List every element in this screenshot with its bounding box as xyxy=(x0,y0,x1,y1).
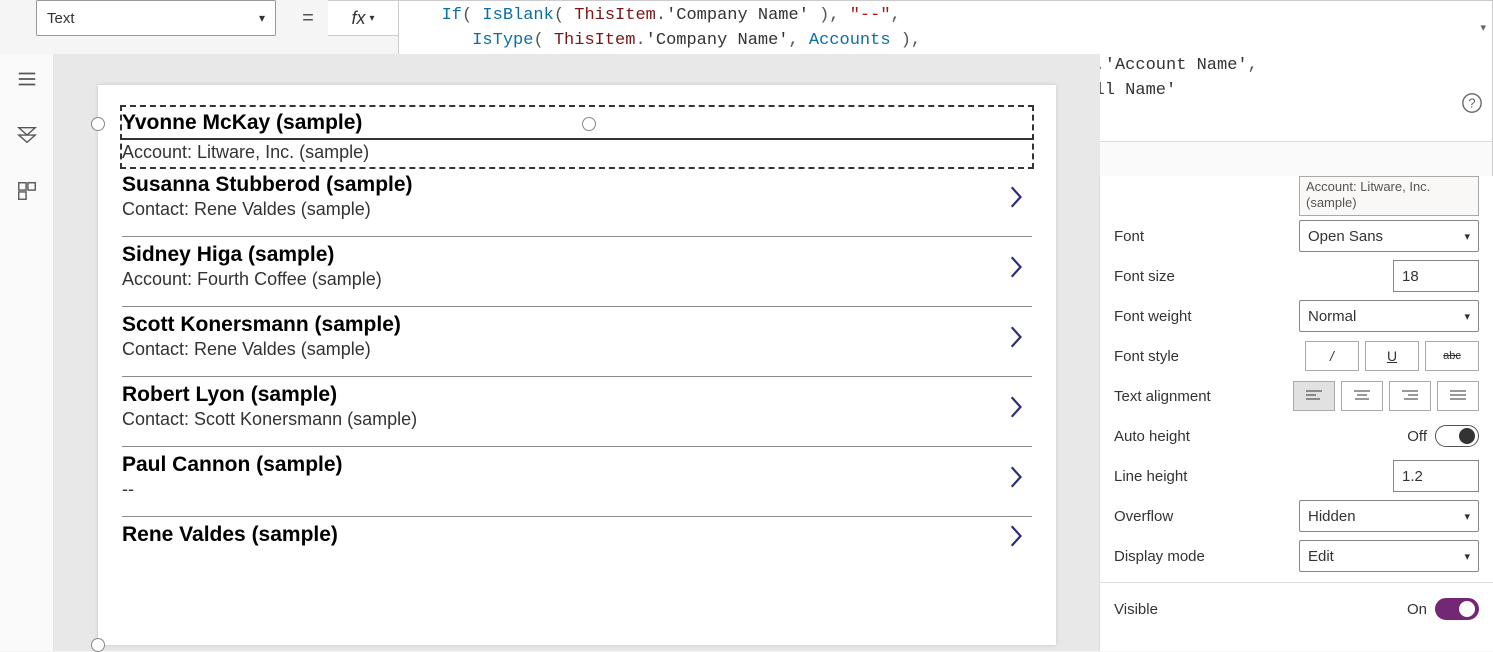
visible-toggle[interactable] xyxy=(1435,598,1479,620)
item-title: Robert Lyon (sample) xyxy=(122,383,1032,407)
chevron-right-icon[interactable] xyxy=(1008,252,1026,282)
chevron-right-icon[interactable] xyxy=(1008,521,1026,551)
prop-label: Auto height xyxy=(1114,428,1190,445)
chevron-down-icon: ▾ xyxy=(1464,550,1470,563)
prop-row-visible: Visible On xyxy=(1114,589,1479,629)
underline-button[interactable]: U xyxy=(1365,341,1419,371)
gallery-item[interactable]: Robert Lyon (sample)Contact: Scott Koner… xyxy=(98,377,1056,440)
chevron-right-icon[interactable] xyxy=(1008,462,1026,492)
text-preview-field[interactable]: Account: Litware, Inc. (sample) xyxy=(1299,176,1479,216)
prop-row-font: Font Open Sans ▾ xyxy=(1114,216,1479,256)
font-dropdown[interactable]: Open Sans ▾ xyxy=(1299,220,1479,252)
tree-icon[interactable] xyxy=(16,124,38,146)
prop-row-fontweight: Font weight Normal ▾ xyxy=(1114,296,1479,336)
help-icon[interactable]: ? xyxy=(1461,92,1483,114)
item-title: Scott Konersmann (sample) xyxy=(122,313,1032,337)
item-title: Susanna Stubberod (sample) xyxy=(122,173,1032,197)
gallery-item[interactable]: Paul Cannon (sample)-- xyxy=(98,447,1056,510)
prop-label: Font style xyxy=(1114,348,1179,365)
overflow-dropdown[interactable]: Hidden ▾ xyxy=(1299,500,1479,532)
components-icon[interactable] xyxy=(16,180,38,202)
resize-handle[interactable] xyxy=(91,117,105,131)
prop-label: Line height xyxy=(1114,468,1187,485)
contact-gallery[interactable]: Yvonne McKay (sample)Account: Litware, I… xyxy=(98,85,1056,559)
prop-row-align: Text alignment xyxy=(1114,376,1479,416)
lineheight-input[interactable]: 1.2 xyxy=(1393,460,1479,492)
item-subtitle: -- xyxy=(122,479,1032,500)
item-subtitle: Account: Litware, Inc. (sample) xyxy=(122,142,1032,163)
prop-label: Overflow xyxy=(1114,508,1173,525)
item-title: Sidney Higa (sample) xyxy=(122,243,1032,267)
property-dropdown[interactable]: Text ▾ xyxy=(36,0,276,36)
prop-row-fontstyle: Font style / U abc xyxy=(1114,336,1479,376)
chevron-right-icon[interactable] xyxy=(1008,322,1026,352)
resize-handle[interactable] xyxy=(91,638,105,652)
prop-row-fontsize: Font size 18 xyxy=(1114,256,1479,296)
autoheight-toggle[interactable] xyxy=(1435,425,1479,447)
properties-panel: Text Account: Litware, Inc. (sample) Fon… xyxy=(1099,176,1493,651)
item-subtitle: Contact: Scott Konersmann (sample) xyxy=(122,409,1032,430)
fx-label: fx xyxy=(351,8,365,29)
item-title: Yvonne McKay (sample) xyxy=(122,111,1032,140)
item-subtitle: Account: Fourth Coffee (sample) xyxy=(122,269,1032,290)
prop-row-text: Text Account: Litware, Inc. (sample) xyxy=(1114,176,1479,216)
prop-row-overflow: Overflow Hidden ▾ xyxy=(1114,496,1479,536)
align-left-button[interactable] xyxy=(1293,381,1335,411)
prop-label: Font xyxy=(1114,228,1144,245)
chevron-down-icon: ▾ xyxy=(1464,230,1470,243)
equals-sign: = xyxy=(288,0,328,36)
hamburger-icon[interactable] xyxy=(16,68,38,90)
prop-label: Display mode xyxy=(1114,548,1205,565)
chevron-down-icon: ▾ xyxy=(1464,310,1470,323)
item-subtitle: Contact: Rene Valdes (sample) xyxy=(122,339,1032,360)
property-dropdown-label: Text xyxy=(47,10,75,27)
overflow-value: Hidden xyxy=(1308,508,1356,525)
prop-row-lineheight: Line height 1.2 xyxy=(1114,456,1479,496)
displaymode-dropdown[interactable]: Edit ▾ xyxy=(1299,540,1479,572)
prop-row-displaymode: Display mode Edit ▾ xyxy=(1114,536,1479,576)
svg-text:?: ? xyxy=(1468,96,1475,111)
italic-button[interactable]: / xyxy=(1305,341,1359,371)
chevron-right-icon[interactable] xyxy=(1008,182,1026,212)
prop-label: Visible xyxy=(1114,601,1158,618)
item-subtitle: Contact: Rene Valdes (sample) xyxy=(122,199,1032,220)
fontstyle-buttons: / U abc xyxy=(1305,341,1479,371)
gallery-item[interactable]: Rene Valdes (sample) xyxy=(98,517,1056,559)
prop-label: Text alignment xyxy=(1114,388,1211,405)
item-title: Rene Valdes (sample) xyxy=(122,523,1032,547)
visible-value: On xyxy=(1407,601,1427,618)
align-justify-button[interactable] xyxy=(1437,381,1479,411)
align-buttons xyxy=(1293,381,1479,411)
fontsize-input[interactable]: 18 xyxy=(1393,260,1479,292)
align-center-button[interactable] xyxy=(1341,381,1383,411)
fontweight-value: Normal xyxy=(1308,308,1356,325)
prop-label: Font size xyxy=(1114,268,1175,285)
displaymode-value: Edit xyxy=(1308,548,1334,565)
prop-row-autoheight: Auto height Off xyxy=(1114,416,1479,456)
formula-bar: Text ▾ = fx ▾ If( IsBlank( ThisItem.'Com… xyxy=(0,0,1493,54)
chevron-down-icon: ▾ xyxy=(259,11,265,25)
gallery-item[interactable]: Sidney Higa (sample)Account: Fourth Coff… xyxy=(98,237,1056,300)
fontweight-dropdown[interactable]: Normal ▾ xyxy=(1299,300,1479,332)
font-value: Open Sans xyxy=(1308,228,1383,245)
chevron-down-icon: ▾ xyxy=(1464,510,1470,523)
align-right-button[interactable] xyxy=(1389,381,1431,411)
gallery-item[interactable]: Susanna Stubberod (sample)Contact: Rene … xyxy=(98,167,1056,230)
gallery-item[interactable]: Scott Konersmann (sample)Contact: Rene V… xyxy=(98,307,1056,370)
fx-button[interactable]: fx ▾ xyxy=(328,0,398,36)
chevron-down-icon[interactable]: ▾ xyxy=(1480,21,1486,34)
chevron-right-icon[interactable] xyxy=(1008,392,1026,422)
app-canvas[interactable]: Yvonne McKay (sample)Account: Litware, I… xyxy=(98,85,1056,645)
left-sidebar xyxy=(0,54,54,651)
gallery-item-selected[interactable]: Yvonne McKay (sample)Account: Litware, I… xyxy=(120,105,1034,169)
prop-label: Font weight xyxy=(1114,308,1192,325)
item-title: Paul Cannon (sample) xyxy=(122,453,1032,477)
chevron-down-icon: ▾ xyxy=(369,13,374,24)
strikethrough-button[interactable]: abc xyxy=(1425,341,1479,371)
autoheight-value: Off xyxy=(1407,428,1427,445)
